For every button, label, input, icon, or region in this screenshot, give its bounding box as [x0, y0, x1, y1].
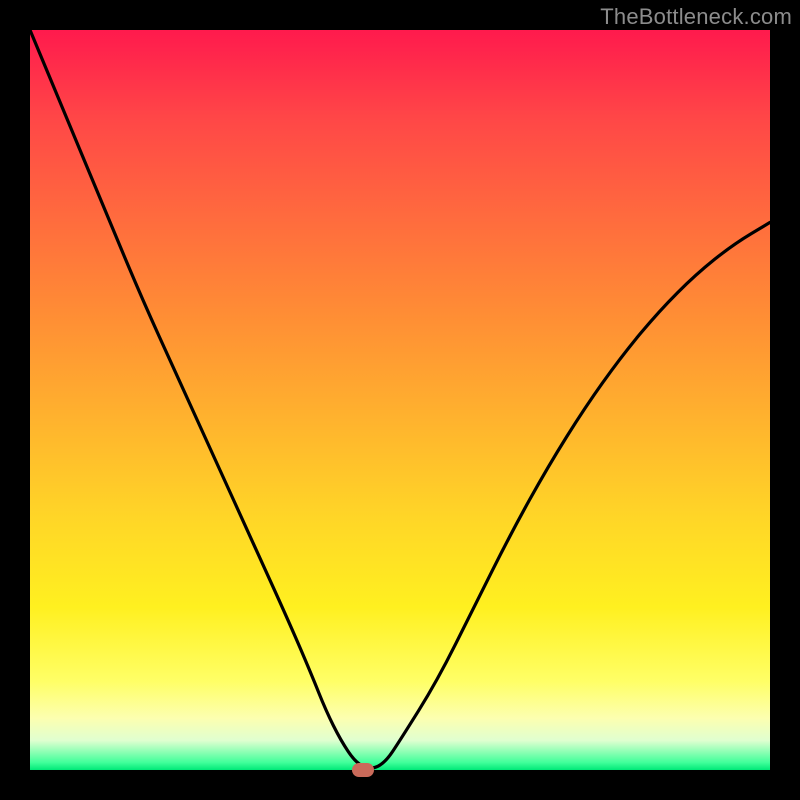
- chart-frame: TheBottleneck.com: [0, 0, 800, 800]
- optimal-point-marker: [352, 763, 374, 777]
- bottleneck-curve: [30, 30, 770, 770]
- watermark-text: TheBottleneck.com: [600, 4, 792, 30]
- chart-plot-area: [30, 30, 770, 770]
